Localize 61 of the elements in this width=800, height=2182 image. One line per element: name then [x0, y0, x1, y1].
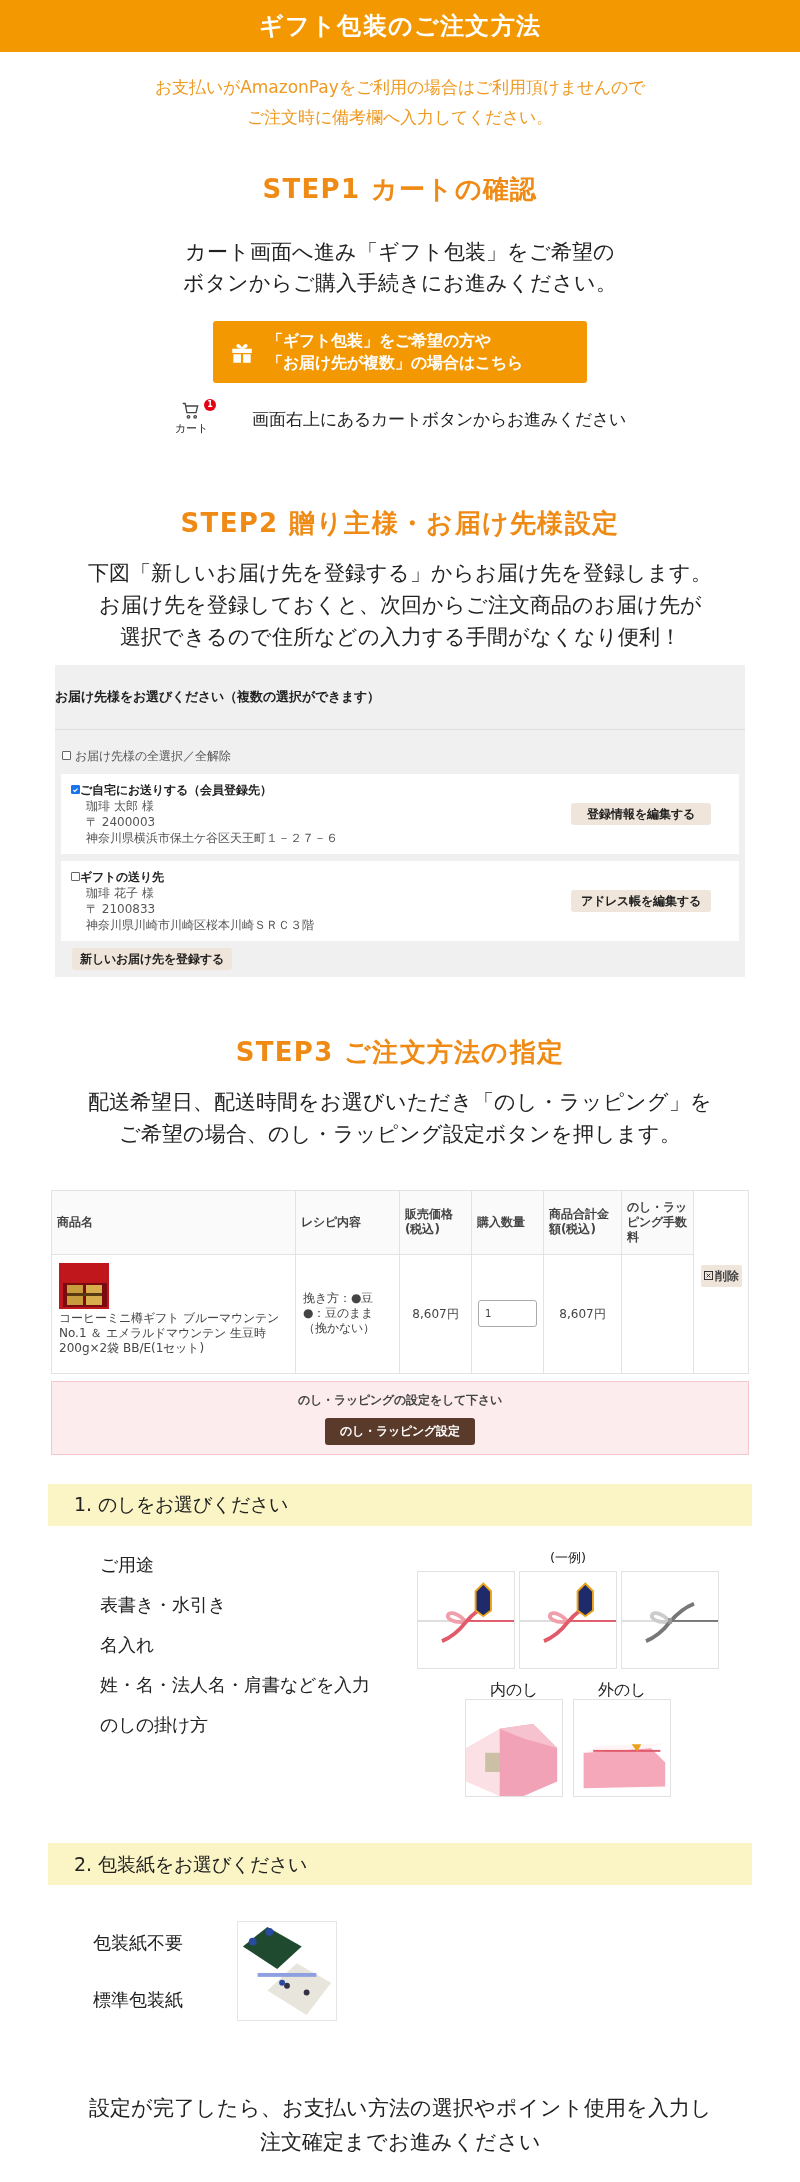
- closing-instructions: 設定が完了したら、お支払い方法の選択やポイント使用を入力し: [88, 2095, 712, 2122]
- edit-button[interactable]: アドレス帳を編集する: [571, 889, 711, 912]
- step-description: ボタンからご購入手続きにお進みください。: [183, 270, 617, 297]
- section-heading: 1. のしをお選びください: [74, 1492, 289, 1518]
- table-cell: 挽き方：●豆●：豆のまま（挽かない）: [296, 1254, 400, 1373]
- table-cell: 8,607円: [400, 1254, 472, 1373]
- payment-notice: お支払いがAmazonPayをご利用の場合はご利用頂けませんので: [155, 76, 645, 99]
- checkbox[interactable]: [62, 751, 71, 760]
- screenshot-heading: お届け先様をお選びください（複数の選択ができます）: [55, 687, 380, 706]
- noshi-option: のしの掛け方: [100, 1713, 408, 1736]
- noshi-option: 名入れ: [100, 1633, 408, 1656]
- postal-code: 〒 2400003: [85, 813, 157, 830]
- wrapping-option: 標準包装紙: [93, 1986, 183, 2013]
- cart-label: カート: [174, 421, 208, 437]
- step-title: STEP2 贈り主様・お届け先様設定: [180, 506, 620, 540]
- step-description: 選択できるので住所などの入力する手間がなくなり便利！: [119, 623, 681, 651]
- column-header: 販売価格(税込): [400, 1190, 472, 1254]
- closing-instructions: 注文確定までお進みください: [259, 2129, 541, 2156]
- step-description: ご希望の場合、のし・ラッピング設定ボタンを押します。: [119, 1120, 681, 1148]
- page-title: ギフト包装のご注文方法: [258, 11, 542, 42]
- address-text: 神奈川県川崎市川崎区桜本川崎ＳＲＣ３階: [85, 916, 314, 933]
- select-all-label: お届け先様の全選択／全解除: [75, 747, 231, 765]
- noshi-option: ご用途: [100, 1553, 408, 1576]
- product-name: コーヒーミニ樽ギフト ブルーマウンテンNo.1 ＆ エメラルドマウンテン 生豆時200g×2袋 BB/E(1セット): [59, 1310, 280, 1356]
- placement-label: 外のし: [598, 1681, 646, 1699]
- step-description: カート画面へ進み「ギフト包装」をご希望の: [185, 239, 615, 266]
- edit-button[interactable]: 登録情報を編集する: [571, 802, 711, 825]
- checkbox[interactable]: [71, 785, 80, 794]
- column-header: レシピ内容: [296, 1190, 400, 1254]
- delete-button[interactable]: 削除: [700, 1264, 742, 1287]
- column-header: のし・ラッピング手数料: [622, 1190, 694, 1254]
- recipient-name: 珈琲 花子 様: [85, 884, 155, 901]
- cart-badge: 1: [204, 399, 216, 411]
- address-label: ご自宅にお送りする（会員登録先）: [80, 781, 272, 798]
- quantity-field[interactable]: 1: [478, 1300, 537, 1327]
- step-title: STEP1 カートの確認: [262, 173, 538, 206]
- column-header: 購入数量: [472, 1190, 544, 1254]
- noshi-settings-button[interactable]: のし・ラッピング設定: [325, 1417, 475, 1445]
- column-header: 商品名: [52, 1190, 296, 1254]
- example-label: (一例): [549, 1548, 587, 1567]
- step-description: 配送希望日、配送時間をお選びいただき「のし・ラッピング」を: [88, 1088, 712, 1116]
- address-text: 神奈川県横浜市保土ケ谷区天王町１－２７－６: [85, 829, 338, 846]
- column-header: 商品合計金額(税込): [544, 1190, 622, 1254]
- placement-label: 内のし: [490, 1681, 538, 1699]
- noshi-option: 姓・名・法人名・肩書などを入力: [100, 1673, 408, 1696]
- step-title: STEP3 ご注文方法の指定: [235, 1035, 565, 1069]
- close-icon: [703, 1271, 713, 1280]
- section-heading: 2. 包装紙をお選びください: [74, 1851, 308, 1877]
- wrapping-option: 包装紙不要: [93, 1929, 183, 1956]
- payment-notice: ご注文時に備考欄へ入力してください。: [247, 106, 553, 129]
- table-cell: 8,607円: [544, 1254, 622, 1373]
- checkbox[interactable]: [71, 872, 80, 881]
- address-label: ギフトの送り先: [80, 868, 164, 885]
- postal-code: 〒 2100833: [85, 900, 157, 917]
- cart-note: 画面右上にあるカートボタンからお進みください: [251, 407, 626, 431]
- noshi-notice: のし・ラッピングの設定をして下さい: [298, 1391, 502, 1409]
- noshi-option: 表書き・水引き: [100, 1593, 408, 1616]
- add-address-button[interactable]: 新しいお届け先を登録する: [72, 947, 232, 970]
- step-description: お届け先を登録しておくと、次回からご注文商品のお届け先が: [98, 591, 702, 619]
- recipient-name: 珈琲 太郎 様: [85, 797, 155, 814]
- step-description: 下図「新しいお届け先を登録する」からお届け先を登録します。: [88, 559, 712, 587]
